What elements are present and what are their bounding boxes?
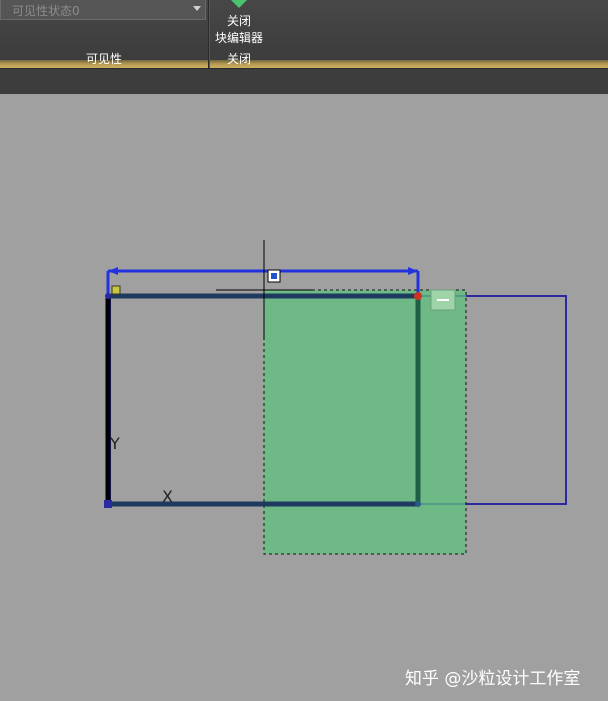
corner-grip-bottom-left[interactable]: [104, 500, 112, 508]
visibility-state-dropdown[interactable]: 可见性状态0: [0, 0, 206, 20]
chevron-down-icon[interactable]: [193, 6, 201, 11]
action-marker-icon[interactable]: [111, 285, 121, 295]
axis-x-label: X: [162, 487, 173, 506]
drawing-canvas[interactable]: Y X: [0, 96, 608, 701]
panel-label-visibility: 可见性: [85, 52, 122, 66]
parameter-grip-inner: [271, 273, 277, 279]
stretch-grip-icon[interactable]: [414, 292, 422, 300]
visibility-state-value: 可见性状态0: [12, 4, 80, 18]
toolbar-strip: [0, 68, 608, 94]
ribbon: 可见性状态0 可见性 关闭 块编辑器 关闭: [0, 0, 608, 68]
panel-label-close: 关闭: [226, 52, 251, 66]
watermark: 知乎 @沙粒设计工作室: [405, 669, 581, 689]
close-editor-label-line2[interactable]: 块编辑器: [210, 29, 268, 46]
close-editor-label-line1[interactable]: 关闭: [210, 12, 268, 29]
selection-window: [263, 289, 467, 555]
close-editor-icon[interactable]: [229, 0, 249, 10]
corner-grip-bottom-right[interactable]: [415, 501, 421, 507]
axis-y-label: Y: [109, 434, 120, 453]
corner-grip-top-left[interactable]: [105, 293, 111, 299]
